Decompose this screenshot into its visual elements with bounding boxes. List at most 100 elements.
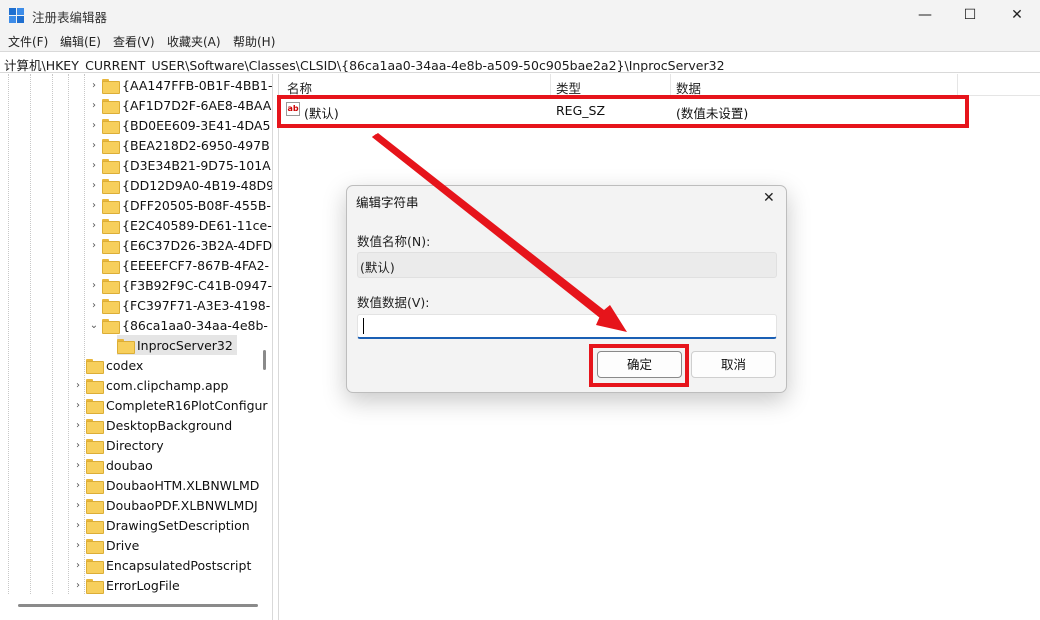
tree-item-expanded[interactable]: {86ca1aa0-34aa-4e8b-	[102, 315, 268, 335]
chevron-right-icon[interactable]: ›	[89, 215, 99, 235]
chevron-right-icon[interactable]: ›	[73, 495, 83, 515]
dialog-close-icon[interactable]: ✕	[763, 190, 775, 206]
folder-icon	[102, 178, 120, 194]
folder-icon	[86, 478, 104, 494]
chevron-right-icon[interactable]: ›	[73, 455, 83, 475]
title-bar: 注册表编辑器 — ☐ ✕	[0, 0, 1040, 30]
window-title: 注册表编辑器	[32, 10, 108, 25]
tree-item[interactable]: {DFF20505-B08F-455B-	[102, 195, 271, 215]
folder-icon	[86, 558, 104, 574]
minimize-button[interactable]: —	[902, 0, 948, 30]
tree-item[interactable]: CompleteR16PlotConfigur	[86, 395, 268, 415]
tree-item[interactable]: {BEA218D2-6950-497B	[102, 135, 270, 155]
tree-item[interactable]: {E6C37D26-3B2A-4DFD	[102, 235, 272, 255]
tree-vertical-scrollbar[interactable]	[263, 350, 266, 370]
tree-item[interactable]: DoubaoHTM.XLBNWLMD	[86, 475, 259, 495]
tree-item[interactable]: {D3E34B21-9D75-101A	[102, 155, 271, 175]
chevron-down-icon[interactable]: ⌄	[89, 315, 99, 335]
tree-guide-line	[84, 74, 85, 594]
value-data-label: 数值数据(V):	[357, 295, 430, 310]
chevron-right-icon[interactable]: ›	[73, 395, 83, 415]
chevron-right-icon[interactable]: ›	[89, 175, 99, 195]
folder-icon	[102, 238, 120, 254]
folder-icon	[86, 378, 104, 394]
chevron-right-icon[interactable]: ›	[73, 475, 83, 495]
folder-icon	[102, 98, 120, 114]
chevron-right-icon[interactable]: ›	[89, 195, 99, 215]
close-button[interactable]: ✕	[994, 0, 1040, 30]
dialog-title: 编辑字符串	[356, 195, 419, 210]
tree-horizontal-scrollbar[interactable]	[18, 604, 258, 607]
tree-item[interactable]: doubao	[86, 455, 153, 475]
chevron-right-icon[interactable]: ›	[73, 375, 83, 395]
chevron-right-icon[interactable]: ›	[89, 295, 99, 315]
tree-item[interactable]: DrawingSetDescription	[86, 515, 250, 535]
tree-item-selected[interactable]: InprocServer32	[117, 335, 237, 355]
menu-help[interactable]: 帮助(H)	[233, 33, 275, 50]
tree-guide-line	[30, 74, 31, 594]
cancel-button[interactable]: 取消	[691, 351, 776, 378]
tree-item[interactable]: EncapsulatedPostscript	[86, 555, 251, 575]
menu-file[interactable]: 文件(F)	[8, 33, 48, 50]
value-name-field: (默认)	[357, 252, 777, 278]
menu-favorites[interactable]: 收藏夹(A)	[167, 33, 221, 50]
folder-icon	[102, 138, 120, 154]
folder-icon	[102, 118, 120, 134]
chevron-right-icon[interactable]: ›	[73, 535, 83, 555]
tree-item[interactable]: {AF1D7D2F-6AE8-4BAA	[102, 95, 271, 115]
column-separator[interactable]	[550, 74, 551, 96]
tree-item[interactable]: Drive	[86, 535, 139, 555]
value-name-label: 数值名称(N):	[357, 234, 431, 249]
folder-icon	[86, 518, 104, 534]
tree-item[interactable]: ErrorLogFile	[86, 575, 180, 595]
tree-item[interactable]: {F3B92F9C-C41B-0947-	[102, 275, 272, 295]
column-separator[interactable]	[957, 74, 958, 96]
tree-item[interactable]: com.clipchamp.app	[86, 375, 229, 395]
tree-item[interactable]: {DD12D9A0-4B19-48D9	[102, 175, 272, 195]
tree-item[interactable]: DoubaoPDF.XLBNWLMDJ	[86, 495, 258, 515]
tree-item[interactable]: DesktopBackground	[86, 415, 232, 435]
edit-string-dialog: 编辑字符串 ✕ 数值名称(N): (默认) 数值数据(V): 确定 取消	[346, 185, 787, 393]
menu-edit[interactable]: 编辑(E)	[60, 33, 101, 50]
tree-guide-line	[8, 74, 9, 594]
tree-item[interactable]: Directory	[86, 435, 164, 455]
menu-view[interactable]: 查看(V)	[113, 33, 155, 50]
folder-icon	[102, 158, 120, 174]
tree-item[interactable]: {E2C40589-DE61-11ce-	[102, 215, 272, 235]
value-data-input[interactable]	[357, 314, 777, 339]
chevron-right-icon[interactable]: ›	[73, 515, 83, 535]
chevron-right-icon[interactable]: ›	[73, 555, 83, 575]
tree-guide-line	[68, 74, 69, 594]
tree-guide-line	[52, 74, 53, 594]
folder-icon	[102, 298, 120, 314]
tree-item[interactable]: {AA147FFB-0B1F-4BB1-	[102, 75, 272, 95]
folder-icon	[86, 358, 104, 374]
address-bar[interactable]: 计算机\HKEY_CURRENT_USER\Software\Classes\C…	[0, 51, 1040, 73]
folder-icon	[102, 198, 120, 214]
chevron-right-icon[interactable]: ›	[73, 575, 83, 595]
chevron-right-icon[interactable]: ›	[89, 135, 99, 155]
chevron-right-icon[interactable]: ›	[89, 115, 99, 135]
maximize-button[interactable]: ☐	[947, 0, 993, 30]
highlight-box-ok	[589, 344, 689, 387]
chevron-right-icon[interactable]: ›	[89, 275, 99, 295]
list-header: 名称 类型 数据	[279, 74, 1040, 96]
folder-icon	[86, 438, 104, 454]
chevron-right-icon[interactable]: ›	[73, 435, 83, 455]
tree-item[interactable]: {EEEEFCF7-867B-4FA2-	[102, 255, 269, 275]
column-separator[interactable]	[670, 74, 671, 96]
folder-icon	[102, 318, 120, 334]
tree-item[interactable]: {BD0EE609-3E41-4DA5	[102, 115, 270, 135]
chevron-right-icon[interactable]: ›	[89, 95, 99, 115]
tree-item[interactable]: codex	[86, 355, 143, 375]
folder-icon	[102, 218, 120, 234]
chevron-right-icon[interactable]: ›	[89, 75, 99, 95]
tree-item[interactable]: {FC397F71-A3E3-4198-	[102, 295, 270, 315]
folder-icon	[86, 398, 104, 414]
folder-icon	[86, 578, 104, 594]
chevron-right-icon[interactable]: ›	[89, 235, 99, 255]
registry-tree[interactable]: › {AA147FFB-0B1F-4BB1- › {AF1D7D2F-6AE8-…	[0, 74, 273, 620]
chevron-right-icon[interactable]: ›	[73, 415, 83, 435]
chevron-right-icon[interactable]: ›	[89, 155, 99, 175]
folder-icon	[102, 258, 120, 274]
